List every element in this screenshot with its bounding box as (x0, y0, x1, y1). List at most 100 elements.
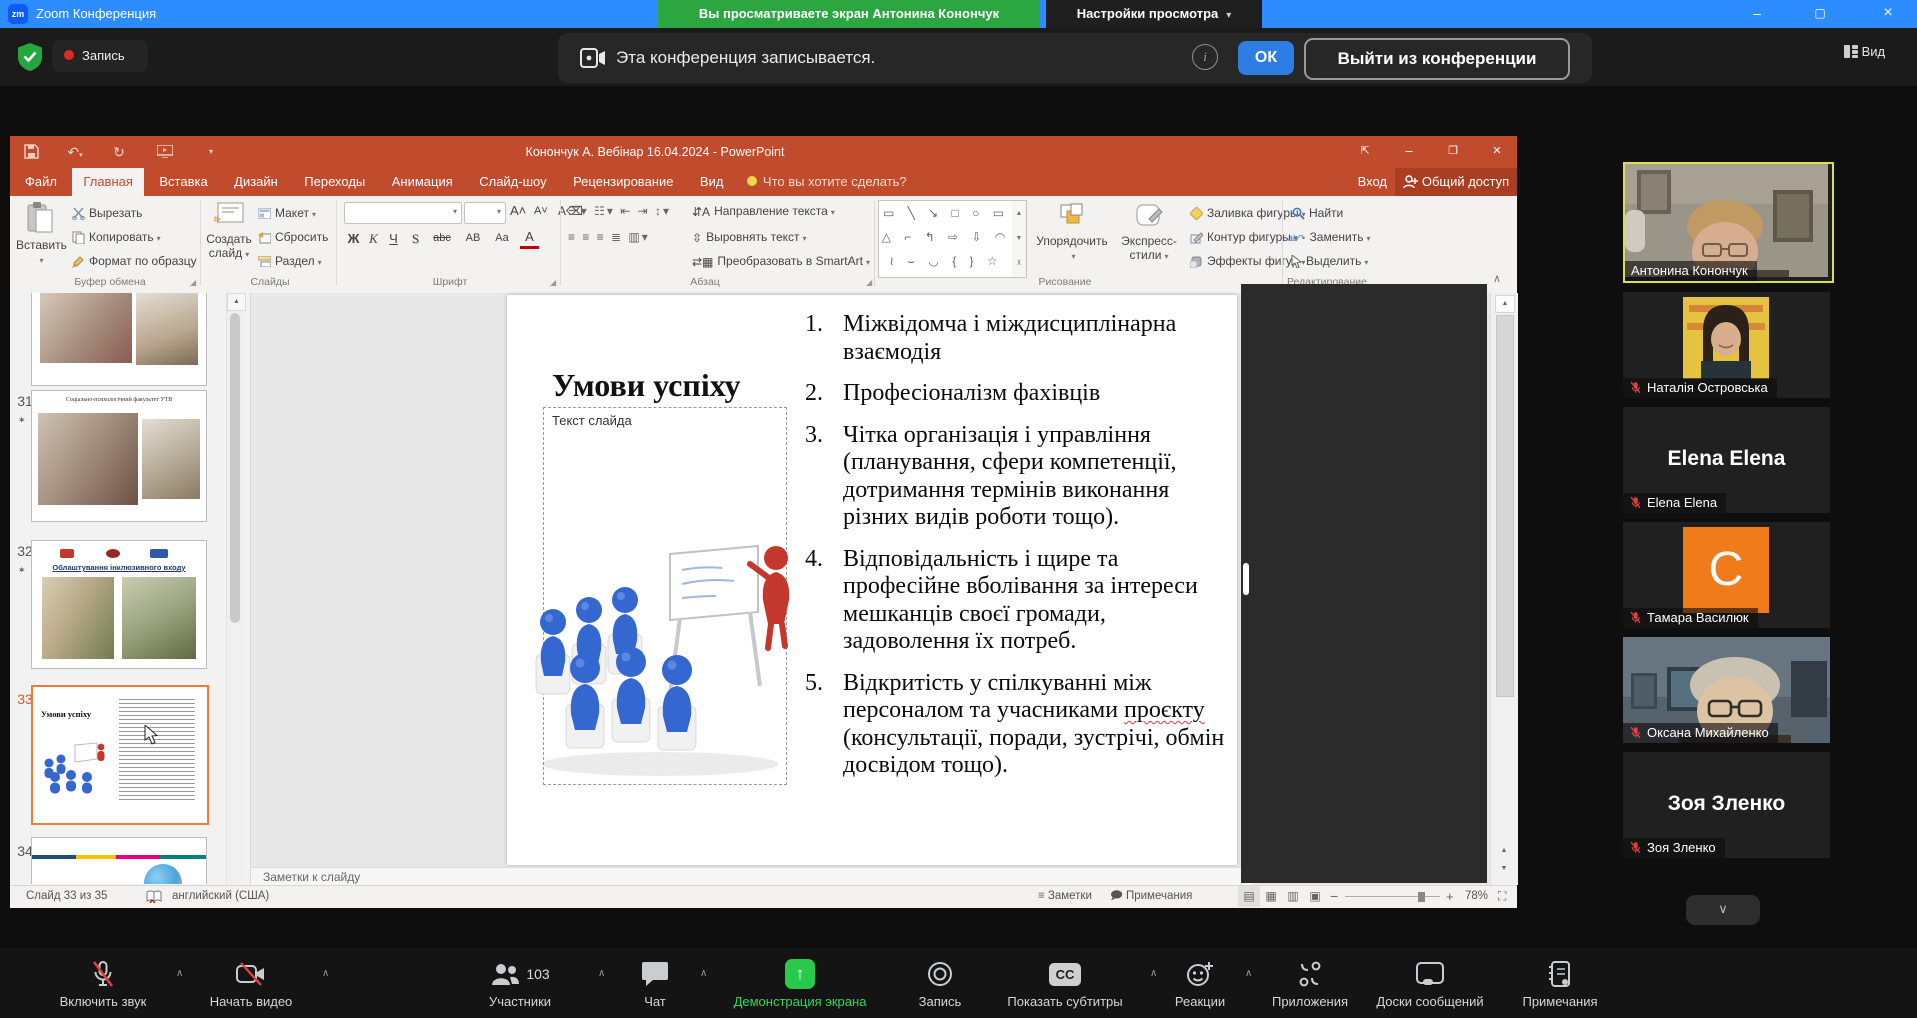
cut-button[interactable]: Вырезать (72, 202, 142, 224)
shapes-gallery[interactable]: ▭ ╲ ↘ □ ○ ▭ △ ⌐ ↰ ⇨ ⇩ ◠ ≀ ⌣ ◡ { } ☆ (878, 200, 1014, 278)
replace-button[interactable]: ab↷Заменить▾ (1288, 226, 1371, 248)
save-button[interactable] (14, 136, 48, 168)
section-button[interactable]: Раздел▾ (258, 250, 322, 272)
copy-button[interactable]: Копировать▾ (72, 226, 161, 248)
bullets-numbering-buttons[interactable]: ☰▾ ☷▾ ⇤ ⇥ ↕▾ (568, 200, 671, 222)
sign-in-button[interactable]: Вход (1358, 168, 1387, 196)
find-button[interactable]: Найти (1292, 202, 1343, 224)
decrease-font-button[interactable]: A˅ (534, 200, 548, 222)
format-painter-button[interactable]: Формат по образцу (72, 250, 197, 272)
participants-options-chevron[interactable]: ∧ (598, 968, 605, 979)
participant-tile-tamara[interactable]: C Тамара Василюк (1623, 522, 1830, 628)
leave-conference-button[interactable]: Выйти из конференции (1304, 38, 1570, 80)
change-case-button[interactable]: Аа (490, 228, 514, 249)
ppt-close-button[interactable]: × (1480, 136, 1514, 168)
character-spacing-button[interactable]: АВ (460, 228, 486, 249)
reset-button[interactable]: Сбросить (258, 226, 328, 248)
alignment-buttons[interactable]: ≡ ≡ ≡ ≣ ▥▾ (568, 226, 650, 248)
reading-view-button[interactable]: ▥ (1282, 886, 1304, 907)
tab-home[interactable]: Главная (72, 168, 143, 196)
ppt-minimize-button[interactable]: – (1392, 136, 1426, 168)
fit-to-window-button[interactable]: ⛶ (1498, 886, 1506, 907)
comments-toggle[interactable]: 🗩 Примечания (1110, 886, 1192, 907)
select-button[interactable]: Выделить▾ (1291, 250, 1368, 272)
start-slideshow-button[interactable] (148, 136, 182, 168)
text-direction-button[interactable]: ⇵AНаправление текста▾ (692, 200, 835, 222)
spellcheck-icon[interactable] (146, 890, 162, 903)
new-slide-button[interactable]: Создать слайд▾ (206, 200, 252, 262)
quick-styles-button[interactable]: Экспресс- стили▾ (1116, 200, 1182, 264)
mute-button[interactable]: Включить звук (38, 958, 168, 1009)
slide-thumbnail-31[interactable]: Соціально-психологічний факультет УТВ (31, 390, 207, 522)
qat-customize-button[interactable]: ▾ (194, 136, 228, 168)
underline-button[interactable]: Ч (384, 228, 403, 249)
slide-area-scrollbar[interactable]: ▲ ▲ ▼ (1490, 293, 1518, 885)
previous-slide-button[interactable]: ▲ (1495, 843, 1513, 859)
slide-thumbnail-34[interactable] (31, 837, 207, 884)
font-size-select[interactable]: ▾ (464, 202, 506, 224)
italic-button[interactable]: К (364, 228, 383, 249)
participants-button[interactable]: 103 Участники (455, 958, 585, 1009)
shape-fill-button[interactable]: Заливка фигуры▾ (1190, 202, 1306, 224)
notes-toggle[interactable]: ≡ Заметки (1038, 886, 1092, 907)
scrollbar-thumb[interactable] (230, 313, 240, 623)
scroll-up-arrow[interactable]: ▲ (227, 293, 246, 311)
start-video-button[interactable]: Начать видео (186, 958, 316, 1009)
bold-button[interactable]: Ж (344, 228, 363, 249)
info-icon[interactable]: i (1192, 44, 1218, 70)
clipboard-dialog-launcher[interactable]: ◢ (190, 278, 196, 287)
minimize-button[interactable]: – (1737, 0, 1777, 28)
close-button[interactable]: × (1868, 0, 1908, 28)
apps-button[interactable]: Приложения (1255, 958, 1365, 1009)
collapse-ribbon-button[interactable]: ∧ (1493, 272, 1501, 285)
paragraph-dialog-launcher[interactable]: ◢ (866, 278, 872, 287)
undo-button[interactable]: ↶▾ (58, 136, 92, 168)
captions-options-chevron[interactable]: ∧ (1150, 968, 1157, 979)
view-buttons[interactable]: ▤▦▥▣ (1238, 886, 1326, 908)
increase-font-button[interactable]: A˄ (510, 200, 526, 222)
text-shadow-button[interactable]: S (406, 228, 425, 249)
video-options-chevron[interactable]: ∧ (322, 968, 329, 979)
layout-button[interactable]: Макет▾ (258, 202, 316, 224)
font-dialog-launcher[interactable]: ◢ (550, 278, 556, 287)
shapes-gallery-scrollbar[interactable]: ▲▼⊼ (1012, 200, 1027, 278)
maximize-button[interactable]: ▢ (1800, 0, 1840, 28)
reactions-button[interactable]: Реакции (1160, 958, 1240, 1009)
participant-tile-antonina[interactable]: Антонина Конончук (1623, 162, 1834, 283)
paste-button[interactable]: Вставить▾ (16, 200, 64, 268)
mute-options-chevron[interactable]: ∧ (176, 968, 183, 979)
redo-button[interactable]: ↻ (102, 136, 136, 168)
zoom-in-button[interactable]: + (1446, 886, 1454, 907)
scroll-up-arrow[interactable]: ▲ (1495, 295, 1515, 313)
scrollbar-thumb[interactable] (1496, 315, 1514, 697)
slide-thumbnail-30[interactable] (31, 293, 207, 386)
share-button[interactable]: Общий доступ (1395, 168, 1517, 196)
chat-button[interactable]: Чат (615, 958, 695, 1009)
ribbon-display-options-button[interactable]: ⇱ (1348, 136, 1382, 168)
language-indicator[interactable]: английский (США) (172, 886, 269, 907)
participant-tile-elena[interactable]: Elena Elena Elena Elena (1623, 407, 1830, 513)
slideshow-view-button[interactable]: ▣ (1304, 886, 1326, 907)
tab-animations[interactable]: Анимация (381, 168, 464, 196)
reactions-options-chevron[interactable]: ∧ (1245, 968, 1252, 979)
shape-effects-button[interactable]: Эффекты фигур▾ (1190, 250, 1305, 272)
participant-tile-oksana[interactable]: Оксана Михайленко (1623, 637, 1830, 743)
tab-design[interactable]: Дизайн (223, 168, 289, 196)
view-settings-button[interactable]: Настройки просмотра▾ (1046, 0, 1262, 28)
thumbnail-panel-scrollbar[interactable]: ▲ (226, 293, 244, 885)
share-screen-button[interactable]: ↑ Демонстрация экрана (715, 958, 885, 1009)
normal-view-button[interactable]: ▤ (1238, 886, 1260, 907)
next-slide-button[interactable]: ▼ (1495, 861, 1513, 877)
tell-me-box[interactable]: Что вы хотите сделать? (747, 174, 907, 189)
security-shield-icon[interactable] (16, 42, 44, 72)
whiteboards-button[interactable]: Доски сообщений (1365, 958, 1495, 1009)
recording-indicator[interactable]: Запись (52, 40, 148, 72)
participant-tile-natalia[interactable]: Наталія Островська (1623, 292, 1830, 398)
smartart-button[interactable]: ⇄▦Преобразовать в SmartArt▾ (692, 250, 870, 272)
meeting-notes-button[interactable]: Примечания (1505, 958, 1615, 1009)
tab-transitions[interactable]: Переходы (293, 168, 376, 196)
tab-insert[interactable]: Вставка (148, 168, 218, 196)
align-text-button[interactable]: ⇳Выровнять текст▾ (692, 226, 807, 248)
zoom-slider-thumb[interactable] (1418, 892, 1425, 902)
font-color-button[interactable]: А (520, 228, 539, 249)
